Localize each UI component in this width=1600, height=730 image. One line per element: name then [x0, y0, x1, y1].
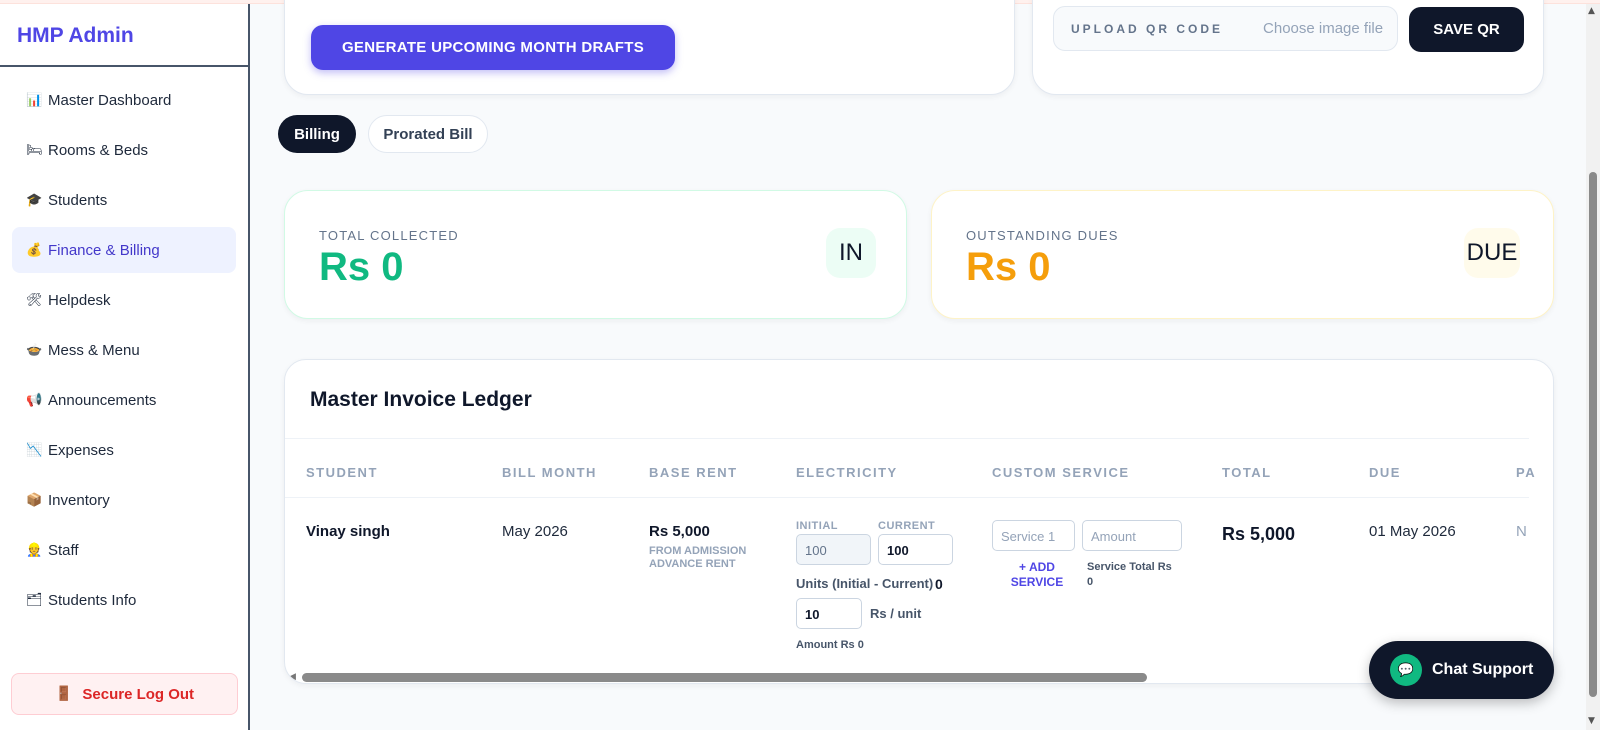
vertical-scroll-thumb[interactable] — [1589, 172, 1597, 697]
initial-label: INITIAL — [796, 520, 838, 532]
chat-bubble-icon: 💬 — [1390, 654, 1422, 686]
paid-status: N — [1516, 523, 1527, 540]
invoice-ledger-card: Master Invoice Ledger STUDENT BILL MONTH… — [284, 359, 1554, 684]
base-rent: Rs 5,000 — [649, 523, 710, 540]
bill-month: May 2026 — [502, 523, 568, 540]
base-rent-note: FROM ADMISSION ADVANCE RENT — [649, 545, 747, 570]
sidebar-item-staff[interactable]: 👷 Staff — [12, 527, 236, 573]
sidebar-item-finance-billing[interactable]: 💰 Finance & Billing — [12, 227, 236, 273]
sidebar-item-label: Master Dashboard — [48, 91, 172, 109]
sidebar-item-students[interactable]: 🎓 Students — [12, 177, 236, 223]
folder-icon: 🗂 — [26, 592, 43, 608]
units-value: 0 — [935, 576, 943, 592]
total-collected-value: Rs 0 — [319, 245, 404, 289]
qr-file-input[interactable]: Choose image file — [1263, 20, 1383, 37]
worker-icon: 👷 — [26, 542, 43, 558]
qr-card: UPLOAD QR CODE Choose image file SAVE QR — [1032, 0, 1544, 95]
column-header-bill-month: BILL MONTH — [502, 465, 597, 480]
scroll-up-icon[interactable]: ▲ — [1588, 6, 1595, 16]
current-label: CURRENT — [878, 520, 936, 532]
outstanding-dues-card: OUTSTANDING DUES Rs 0 DUE — [931, 190, 1554, 319]
sidebar-item-students-info[interactable]: 🗂 Students Info — [12, 577, 236, 623]
rate-input[interactable]: 10 — [796, 598, 862, 629]
tools-icon: 🛠 — [26, 292, 43, 308]
sidebar-item-label: Staff — [48, 541, 79, 559]
main-content: GENERATE UPCOMING MONTH DRAFTS UPLOAD QR… — [252, 0, 1600, 730]
ledger-title: Master Invoice Ledger — [310, 388, 532, 411]
dues-badge: DUE — [1464, 228, 1520, 278]
column-header-paid: PA — [1516, 465, 1537, 480]
app-title: HMP Admin — [0, 4, 248, 67]
service-total-label: Service Total Rs — [1087, 561, 1172, 573]
sidebar-nav: 📊 Master Dashboard 🛏 Rooms & Beds 🎓 Student… — [0, 67, 248, 623]
sidebar-item-mess-menu[interactable]: 🍲 Mess & Menu — [12, 327, 236, 373]
electricity-amount: Amount Rs 0 — [796, 639, 864, 651]
sidebar-item-label: Mess & Menu — [48, 341, 140, 359]
units-label: Units (Initial - Current) — [796, 576, 934, 591]
total-collected-label: TOTAL COLLECTED — [319, 228, 459, 243]
sidebar-item-expenses[interactable]: 📉 Expenses — [12, 427, 236, 473]
due-date: 01 May 2026 — [1369, 523, 1456, 540]
sidebar-item-label: Finance & Billing — [48, 241, 160, 259]
generate-drafts-button[interactable]: GENERATE UPCOMING MONTH DRAFTS — [311, 25, 675, 70]
chat-support-button[interactable]: 💬 Chat Support — [1369, 641, 1554, 699]
ledger-header-row: STUDENT BILL MONTH BASE RENT ELECTRICITY… — [285, 438, 1535, 498]
tab-prorated-bill[interactable]: Prorated Bill — [368, 115, 488, 153]
column-header-total: TOTAL — [1222, 465, 1272, 480]
logout-button[interactable]: 🚪 Secure Log Out — [11, 673, 238, 715]
sidebar-item-master-dashboard[interactable]: 📊 Master Dashboard — [12, 77, 236, 123]
door-icon: 🚪 — [54, 686, 73, 702]
sidebar-item-rooms-beds[interactable]: 🛏 Rooms & Beds — [12, 127, 236, 173]
column-header-custom-service: CUSTOM SERVICE — [992, 465, 1130, 480]
column-header-student: STUDENT — [306, 465, 378, 480]
outstanding-dues-label: OUTSTANDING DUES — [966, 228, 1119, 243]
bed-icon: 🛏 — [26, 142, 43, 158]
food-bowl-icon: 🍲 — [26, 342, 43, 358]
sidebar-item-inventory[interactable]: 📦 Inventory — [12, 477, 236, 523]
student-name: Vinay singh — [306, 523, 390, 540]
logout-label: Secure Log Out — [82, 685, 195, 703]
column-header-due: DUE — [1369, 465, 1401, 480]
add-service-button[interactable]: + ADD SERVICE — [1004, 560, 1070, 590]
tab-billing[interactable]: Billing — [278, 115, 356, 153]
table-row: Vinay singh May 2026 Rs 5,000 FROM ADMIS… — [285, 499, 1529, 669]
rate-unit-label: Rs / unit — [870, 606, 922, 621]
column-header-base-rent: BASE RENT — [649, 465, 738, 480]
money-bag-icon: 💰 — [26, 242, 43, 258]
megaphone-icon: 📢 — [26, 392, 43, 408]
sidebar-item-announcements[interactable]: 📢 Announcements — [12, 377, 236, 423]
save-qr-button[interactable]: SAVE QR — [1409, 7, 1524, 52]
drafts-card: GENERATE UPCOMING MONTH DRAFTS — [284, 0, 1015, 95]
sidebar-item-label: Helpdesk — [48, 291, 111, 309]
service-total-value: 0 — [1087, 576, 1094, 588]
graduation-cap-icon: 🎓 — [26, 192, 43, 208]
row-total: Rs 5,000 — [1222, 524, 1296, 544]
qr-upload-label: UPLOAD QR CODE — [1071, 21, 1224, 36]
scroll-left-icon[interactable]: ◀ — [289, 672, 296, 682]
sidebar-item-label: Rooms & Beds — [48, 141, 149, 159]
vertical-scrollbar[interactable]: ▲ ▼ — [1586, 4, 1600, 730]
sidebar-item-label: Students — [48, 191, 108, 209]
service-amount-input[interactable]: Amount — [1082, 520, 1182, 551]
current-reading-input[interactable]: 100 — [878, 534, 953, 565]
sidebar-item-label: Inventory — [48, 491, 110, 509]
collected-badge: IN — [826, 228, 876, 278]
chart-down-icon: 📉 — [26, 442, 43, 458]
initial-reading-input[interactable]: 100 — [796, 534, 871, 565]
sidebar-item-helpdesk[interactable]: 🛠 Helpdesk — [12, 277, 236, 323]
column-header-electricity: ELECTRICITY — [796, 465, 898, 480]
total-collected-card: TOTAL COLLECTED Rs 0 IN — [284, 190, 907, 319]
service-name-input[interactable]: Service 1 — [992, 520, 1075, 551]
sidebar-item-label: Expenses — [48, 441, 114, 459]
qr-upload-field[interactable]: UPLOAD QR CODE Choose image file — [1053, 6, 1398, 51]
chat-support-label: Chat Support — [1432, 661, 1534, 678]
outstanding-dues-value: Rs 0 — [966, 245, 1051, 289]
horizontal-scroll-thumb[interactable] — [302, 673, 1147, 682]
scroll-down-icon[interactable]: ▼ — [1588, 716, 1595, 726]
package-icon: 📦 — [26, 492, 43, 508]
chart-icon: 📊 — [26, 92, 43, 108]
sidebar-item-label: Students Info — [48, 591, 137, 609]
sidebar: HMP Admin 📊 Master Dashboard 🛏 Rooms & Bed… — [0, 4, 250, 730]
sidebar-item-label: Announcements — [48, 391, 157, 409]
